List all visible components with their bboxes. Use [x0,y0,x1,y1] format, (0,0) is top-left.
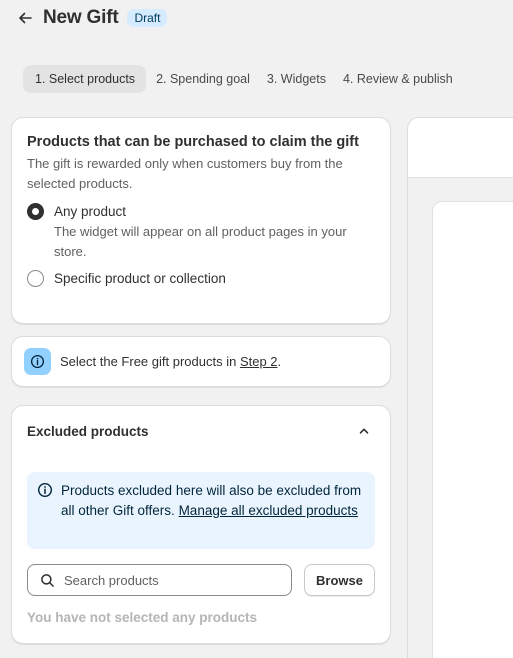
search-field[interactable] [27,564,292,596]
step2-link[interactable]: Step 2 [240,354,278,369]
radio-any-product[interactable]: Any product [27,203,375,220]
steps-nav: 1. Select products 2. Spending goal 3. W… [23,65,460,93]
tab-review-publish[interactable]: 4. Review & publish [336,65,460,93]
info-icon [24,348,51,375]
preview-body [408,178,513,658]
preview-header [408,118,513,178]
radio-specific-product[interactable]: Specific product or collection [27,270,375,287]
banner-text: Products excluded here will also be excl… [61,481,365,540]
page-header: New Gift Draft [14,6,168,30]
tab-widgets[interactable]: 3. Widgets [260,65,333,93]
step2-notice: Select the Free gift products in Step 2. [11,336,391,387]
radio-label-specific-product: Specific product or collection [54,271,226,286]
products-card: Products that can be purchased to claim … [11,117,391,324]
search-row: Browse [27,564,375,596]
notice-text-after: . [277,354,282,369]
excluded-products-header[interactable]: Excluded products [27,406,375,456]
info-circle-icon [37,482,53,498]
tab-spending-goal[interactable]: 2. Spending goal [149,65,257,93]
excluded-products-card: Excluded products Products excluded here… [11,405,391,644]
back-button[interactable] [14,7,36,29]
search-input[interactable] [64,572,264,588]
manage-excluded-link[interactable]: Manage all excluded products [179,503,358,518]
page-title: New Gift [43,7,119,28]
radio-label-any-product: Any product [54,204,127,219]
radio-button-any-product[interactable] [27,203,44,220]
products-card-title: Products that can be purchased to claim … [27,134,359,150]
notice-text-before: Select the Free gift products in [60,354,240,369]
chevron-up-icon[interactable] [357,424,371,438]
status-badge: Draft [127,9,168,27]
preview-canvas [432,201,513,658]
radio-help-any-product: The widget will appear on all product pa… [54,224,347,259]
excluded-products-title: Excluded products [27,424,149,439]
excluded-info-banner: Products excluded here will also be excl… [27,472,375,549]
arrow-left-icon [19,12,32,24]
products-card-description: The gift is rewarded only when customers… [27,156,343,191]
notice-text: Select the Free gift products in Step 2. [60,354,281,369]
search-icon [41,573,54,587]
widget-preview-panel [407,117,513,658]
empty-state-text: You have not selected any products [27,610,258,625]
tab-select-products[interactable]: 1. Select products [23,65,147,93]
radio-button-specific-product[interactable] [27,270,44,287]
browse-button[interactable]: Browse [304,564,375,596]
